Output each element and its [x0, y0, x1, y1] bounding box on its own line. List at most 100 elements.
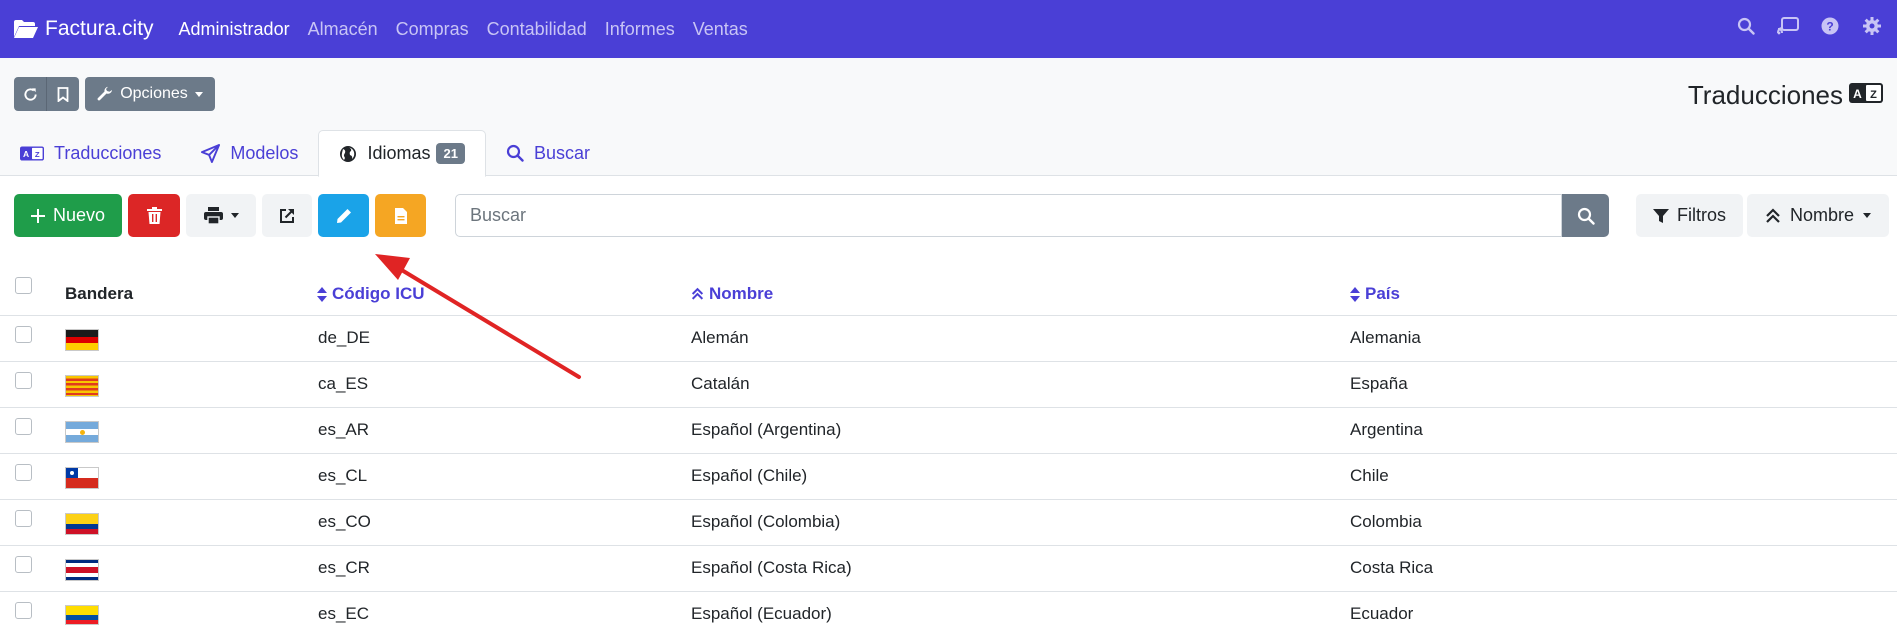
refresh-icon: [23, 87, 37, 101]
search-icon[interactable]: [1735, 15, 1757, 37]
flag-costa-rica-icon: [65, 559, 99, 581]
cell-country: Costa Rica: [1350, 558, 1434, 577]
double-chevron-up-icon: [691, 287, 704, 300]
search-input[interactable]: [455, 194, 1562, 237]
options-dropdown-button[interactable]: Opciones: [85, 77, 215, 111]
table-row[interactable]: de_DE Alemán Alemania: [0, 316, 1897, 362]
flag-argentina-icon: [65, 421, 99, 443]
tab-label: Traducciones: [54, 142, 162, 163]
brand-link[interactable]: Factura.city: [13, 17, 154, 41]
tab-label: Modelos: [230, 142, 299, 163]
cell-code: es_EC: [318, 604, 370, 623]
cell-code: es_AR: [318, 420, 370, 439]
row-checkbox[interactable]: [15, 510, 32, 527]
double-chevron-up-icon: [1766, 207, 1780, 223]
tab-modelos[interactable]: Modelos: [181, 130, 318, 176]
cell-country: España: [1350, 374, 1408, 393]
search-button[interactable]: [1562, 194, 1609, 237]
new-label: Nuevo: [52, 205, 106, 225]
column-label: Bandera: [65, 284, 134, 303]
svg-text:A: A: [23, 149, 29, 159]
chevron-down-icon: [194, 91, 203, 97]
table-row[interactable]: ca_ES Catalán España: [0, 362, 1897, 408]
column-header-bandera: Bandera: [65, 284, 133, 304]
help-icon[interactable]: ?: [1819, 15, 1841, 37]
document-button[interactable]: [375, 194, 426, 237]
nav-item-ventas[interactable]: Ventas: [693, 19, 748, 40]
table-row[interactable]: es_EC Español (Ecuador) Ecuador: [0, 592, 1897, 626]
list-toolbar: Nuevo: [14, 194, 426, 237]
sort-icon: [1350, 286, 1360, 302]
tab-label: Idiomas: [367, 143, 431, 163]
cell-code: es_CL: [318, 466, 368, 485]
options-label: Opciones: [120, 85, 188, 102]
printer-icon: [203, 207, 223, 224]
column-header-nombre[interactable]: Nombre: [691, 284, 773, 304]
table-row[interactable]: es_CO Español (Colombia) Colombia: [0, 500, 1897, 546]
plus-icon: [30, 208, 45, 223]
chevron-down-icon: [1863, 213, 1872, 218]
send-icon: [201, 143, 221, 163]
pencil-icon: [336, 208, 351, 223]
globe-icon: [340, 145, 357, 162]
nav-item-administrador[interactable]: Administrador: [179, 19, 290, 40]
cast-icon[interactable]: [1777, 15, 1799, 37]
bookmark-button[interactable]: [47, 77, 79, 111]
open-external-button[interactable]: [262, 194, 312, 237]
tab-label: Buscar: [533, 142, 590, 163]
row-checkbox[interactable]: [15, 326, 32, 343]
cell-country: Alemania: [1350, 328, 1421, 347]
count-badge: 21: [436, 143, 465, 164]
cell-country: Ecuador: [1350, 604, 1414, 623]
row-checkbox[interactable]: [15, 556, 32, 573]
table-row[interactable]: es_CR Español (Costa Rica) Costa Rica: [0, 546, 1897, 592]
delete-button[interactable]: [128, 194, 180, 237]
nav-item-informes[interactable]: Informes: [605, 19, 675, 40]
refresh-button[interactable]: [14, 77, 47, 111]
row-checkbox[interactable]: [15, 372, 32, 389]
cell-country: Colombia: [1350, 512, 1422, 531]
flag-colombia-icon: [65, 513, 99, 535]
tab-idiomas[interactable]: Idiomas 21: [318, 130, 486, 177]
sort-label: Nombre: [1789, 205, 1855, 225]
wrench-icon: [97, 86, 113, 101]
cell-code: ca_ES: [318, 374, 369, 393]
cell-name: Español (Colombia): [691, 512, 841, 531]
new-button[interactable]: Nuevo: [14, 194, 122, 237]
search-icon: [1577, 207, 1595, 225]
tab-buscar[interactable]: Buscar: [486, 130, 610, 176]
top-navbar: Factura.city Administrador Almacén Compr…: [0, 0, 1897, 58]
tab-traducciones[interactable]: AZ Traducciones: [0, 130, 181, 176]
translate-icon: AZ: [20, 145, 44, 161]
translate-icon: AZ: [1849, 83, 1883, 108]
svg-text:?: ?: [1826, 20, 1833, 34]
nav-item-contabilidad[interactable]: Contabilidad: [487, 19, 587, 40]
column-label: País: [1365, 284, 1400, 303]
column-header-codigo-icu[interactable]: Código ICU: [317, 284, 425, 304]
nav-item-compras[interactable]: Compras: [396, 19, 469, 40]
row-checkbox[interactable]: [15, 418, 32, 435]
row-checkbox[interactable]: [15, 464, 32, 481]
filters-button[interactable]: Filtros: [1636, 194, 1743, 237]
cell-name: Español (Costa Rica): [691, 558, 852, 577]
column-header-pais[interactable]: País: [1350, 284, 1400, 304]
trash-icon: [146, 207, 162, 224]
sort-icon: [317, 286, 327, 302]
print-dropdown-button[interactable]: [186, 194, 256, 237]
folder-open-icon: [14, 20, 38, 38]
sort-dropdown-button[interactable]: Nombre: [1747, 194, 1889, 237]
nav-item-almacen[interactable]: Almacén: [308, 19, 378, 40]
cell-country: Chile: [1350, 466, 1389, 485]
row-checkbox[interactable]: [15, 602, 32, 619]
column-label: Nombre: [709, 284, 774, 303]
gear-icon[interactable]: [1861, 15, 1883, 37]
cell-code: de_DE: [318, 328, 370, 347]
cell-country: Argentina: [1350, 420, 1423, 439]
edit-button[interactable]: [318, 194, 369, 237]
svg-text:A: A: [1853, 87, 1862, 101]
flag-catalonia-icon: [65, 375, 99, 397]
filter-icon: [1653, 208, 1669, 223]
select-all-checkbox[interactable]: [15, 277, 32, 294]
table-row[interactable]: es_CL Español (Chile) Chile: [0, 454, 1897, 500]
table-row[interactable]: es_AR Español (Argentina) Argentina: [0, 408, 1897, 454]
